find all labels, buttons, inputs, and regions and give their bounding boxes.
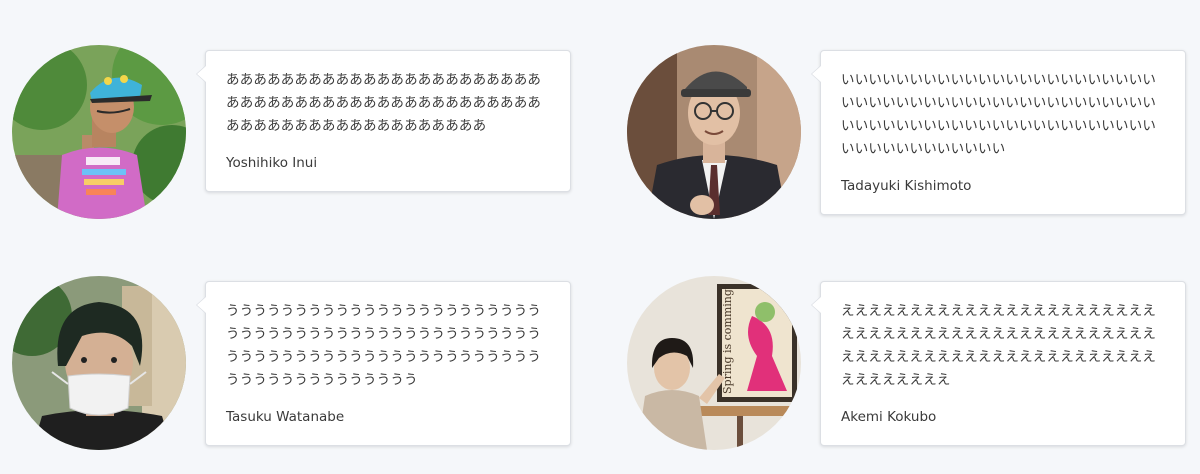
testimonial-card: ああああああああああああああああああああああああああああああああああああああああ… <box>0 45 571 225</box>
testimonial-message: いいいいいいいいいいいいいいいいいいいいいいいいいいいいいいいいいいいいいいいい… <box>841 72 1157 157</box>
testimonial-bubble: うううううううううううううううううううううううううううううううううううううううう… <box>196 281 571 446</box>
testimonial-message: うううううううううううううううううううううううううううううううううううううううう… <box>226 303 542 388</box>
person-photo-icon <box>12 45 186 219</box>
testimonial-card: うううううううううううううううううううううううううううううううううううううううう… <box>0 276 571 456</box>
testimonial-author: Tasuku Watanabe <box>226 409 345 425</box>
testimonial-message: ああああああああああああああああああああああああああああああああああああああああ… <box>226 72 542 134</box>
testimonial-author: Yoshihiko Inui <box>226 155 318 171</box>
testimonial-message: ええええええええええええええええええええええええええええええええええええええええ… <box>841 303 1157 388</box>
avatar <box>12 276 186 450</box>
testimonial-bubble: ええええええええええええええええええええええええええええええええええええええええ… <box>811 281 1186 446</box>
testimonial-card: いいいいいいいいいいいいいいいいいいいいいいいいいいいいいいいいいいいいいいいい… <box>615 45 1186 225</box>
testimonial-bubble: いいいいいいいいいいいいいいいいいいいいいいいいいいいいいいいいいいいいいいいい… <box>811 50 1186 215</box>
person-photo-icon <box>627 45 801 219</box>
person-photo-icon: Spring is comming <box>627 276 801 450</box>
avatar <box>627 45 801 219</box>
testimonial-bubble: ああああああああああああああああああああああああああああああああああああああああ… <box>196 50 571 192</box>
avatar <box>12 45 186 219</box>
testimonial-card: Spring is comming ええええええええええええええええええええええ… <box>615 276 1186 456</box>
avatar: Spring is comming <box>627 276 801 450</box>
testimonial-author: Akemi Kokubo <box>841 409 937 425</box>
person-photo-icon <box>12 276 186 450</box>
testimonial-author: Tadayuki Kishimoto <box>841 178 972 194</box>
